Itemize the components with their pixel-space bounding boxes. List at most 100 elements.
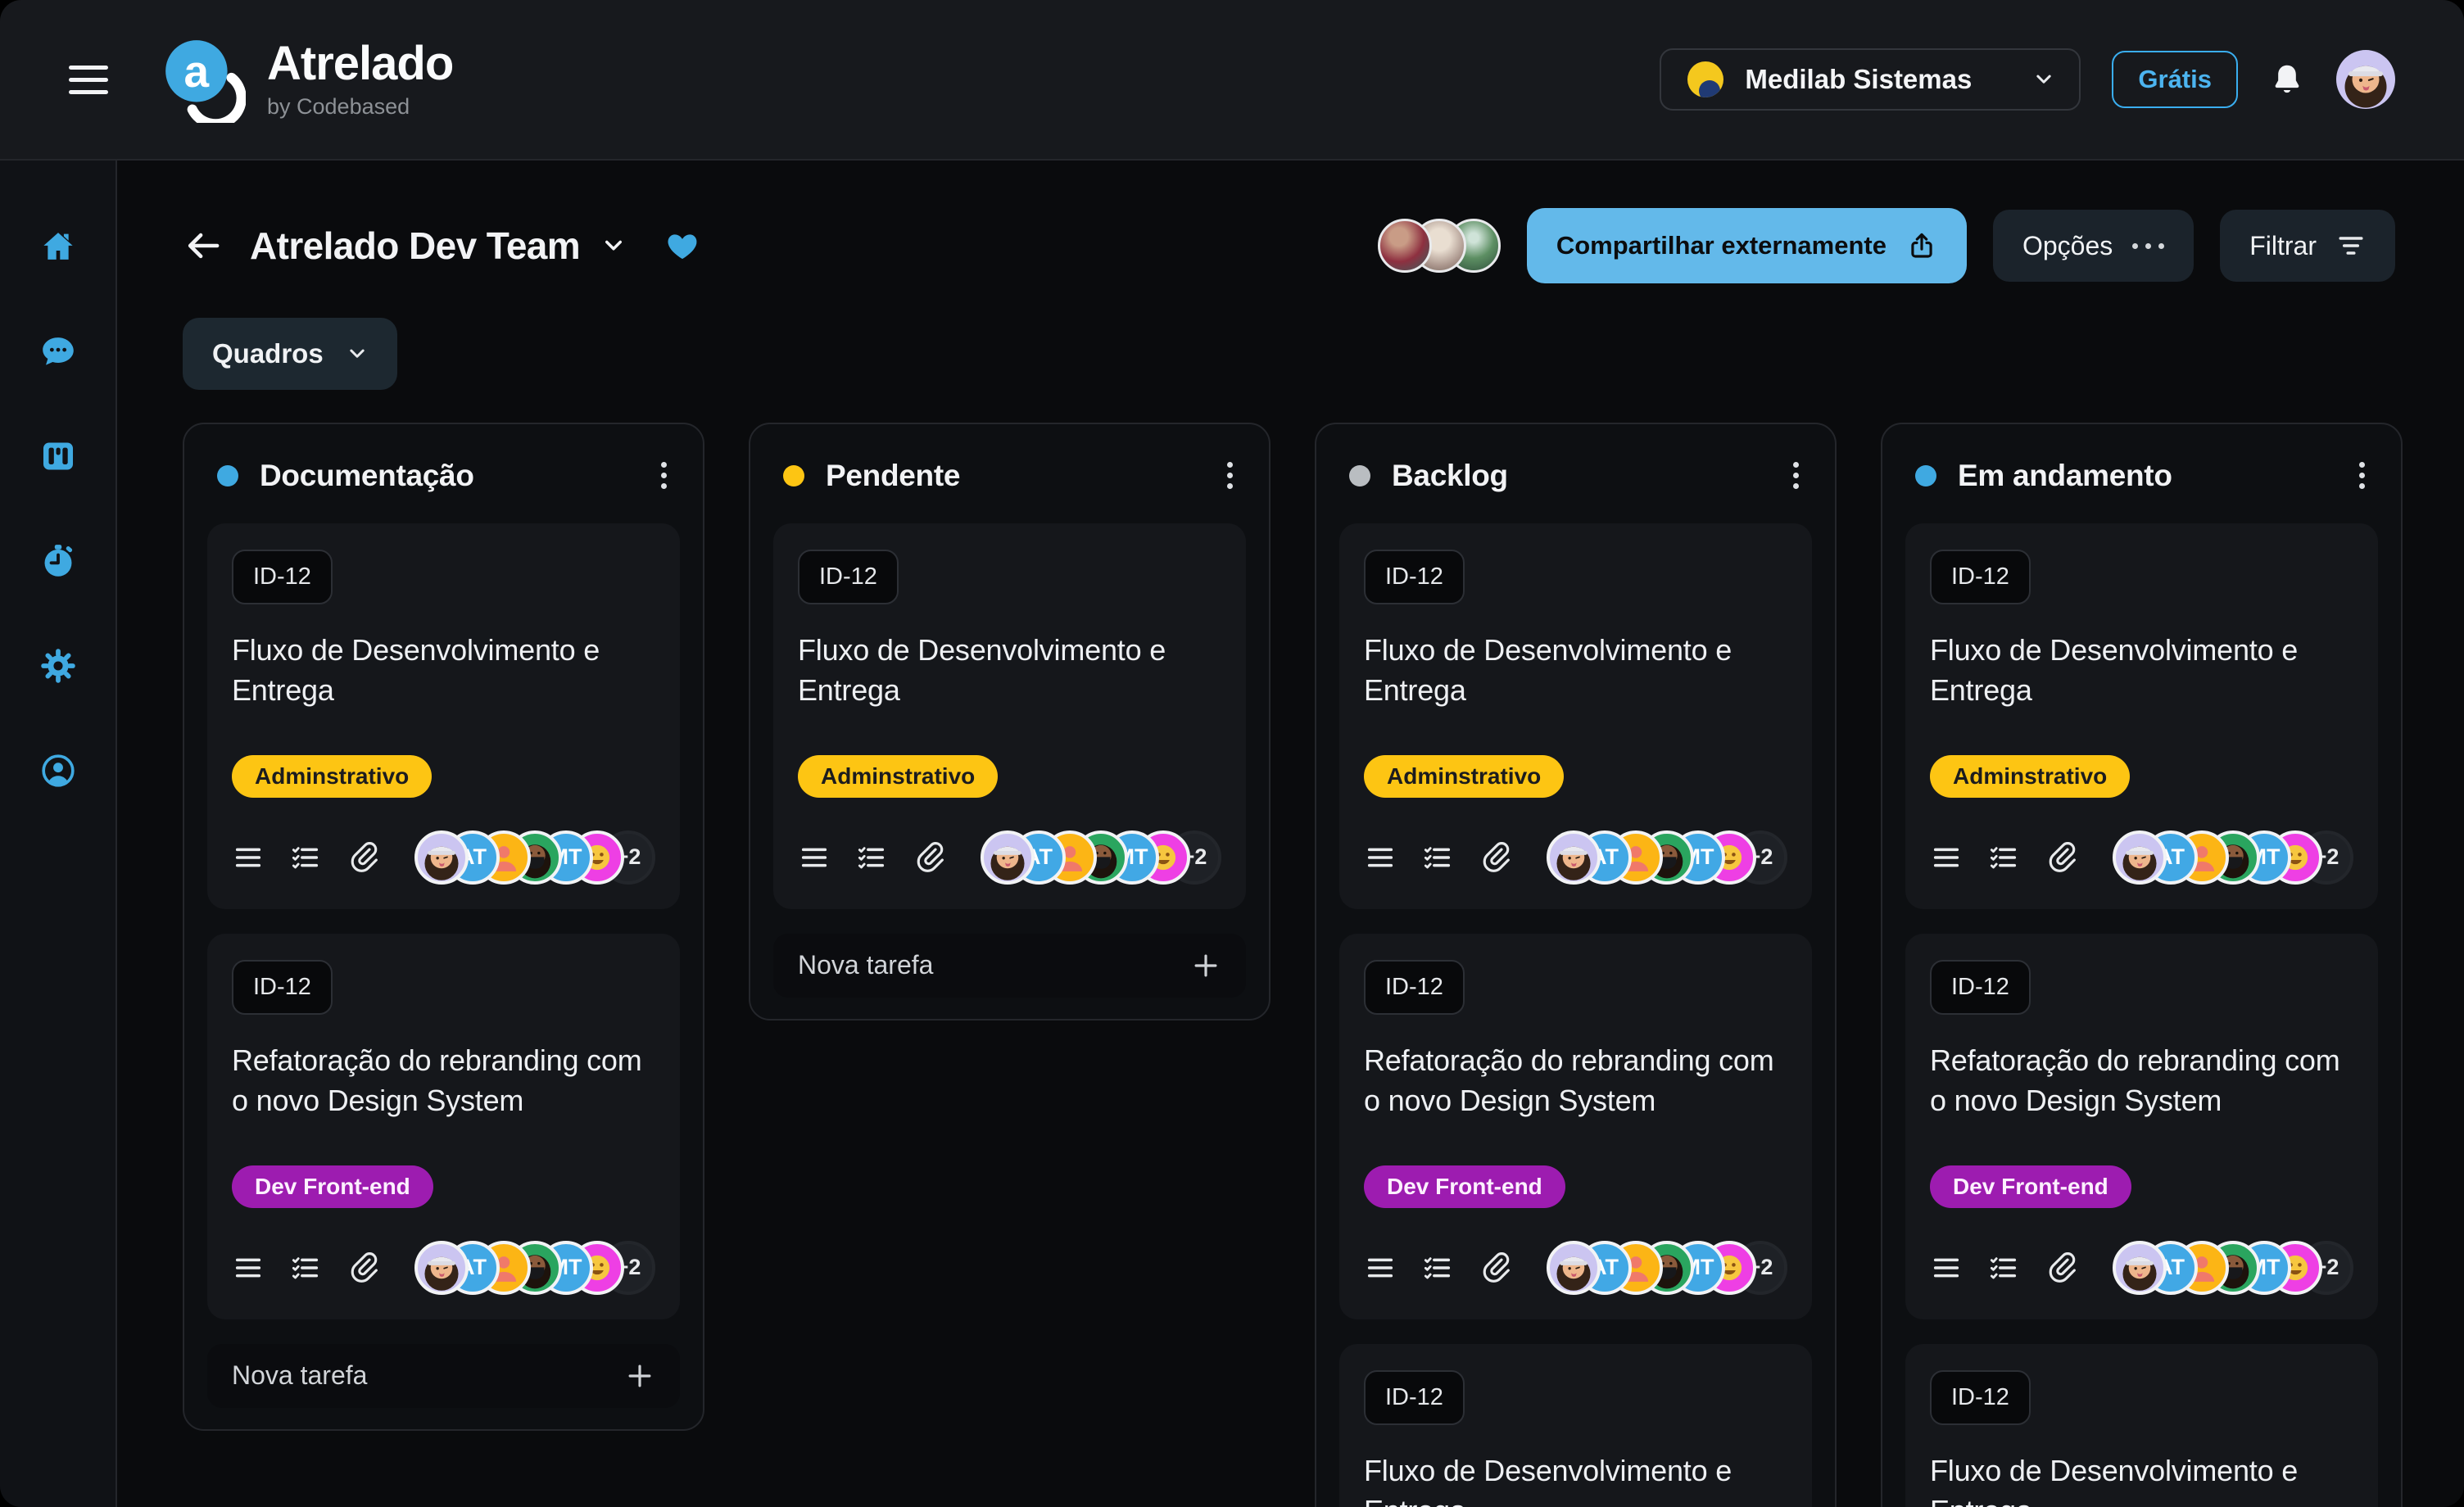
avatar-memoji-girl	[2113, 830, 2167, 885]
task-card[interactable]: ID-12 Refatoração do rebranding com o no…	[207, 934, 680, 1319]
plus-icon	[624, 1360, 655, 1392]
options-button[interactable]: Opções	[1993, 210, 2194, 282]
brand: Atrelado by Codebased	[159, 36, 453, 123]
home-icon	[39, 228, 77, 265]
card-indicators	[1364, 1251, 1511, 1284]
workspace-selector[interactable]: Medilab Sistemas	[1660, 48, 2081, 111]
plan-badge-button[interactable]: Grátis	[2112, 51, 2238, 108]
main-content: Atrelado Dev Team Compartilhar extername…	[117, 161, 2464, 1507]
memoji-girl-icon	[2336, 50, 2395, 109]
card-indicators	[1364, 841, 1511, 874]
chevron-down-icon[interactable]	[601, 233, 626, 258]
favorite-heart-icon[interactable]	[664, 228, 701, 264]
column-header: Backlog	[1339, 447, 1812, 497]
task-tag: Adminstrativo	[1364, 755, 1564, 798]
attachment-paperclip-icon	[346, 841, 379, 874]
user-avatar[interactable]	[2336, 50, 2395, 109]
card-meta: AT MT +2	[232, 1241, 655, 1295]
share-button-label: Compartilhar externamente	[1556, 231, 1886, 260]
notifications-bell-icon[interactable]	[2269, 61, 2305, 97]
board-header-left: Atrelado Dev Team	[183, 224, 701, 268]
sidebar-item-timer[interactable]	[39, 542, 77, 580]
attachment-paperclip-icon	[1479, 841, 1511, 874]
description-icon	[232, 1251, 265, 1284]
task-id-badge: ID-12	[1364, 1370, 1465, 1425]
attachment-paperclip-icon	[346, 1251, 379, 1284]
task-title: Fluxo de Desenvolvimento e Entrega	[1930, 631, 2353, 711]
new-task-row[interactable]: Nova tarefa	[207, 1344, 680, 1408]
task-card-partial[interactable]: ID-12 Fluxo de Desenvolvimento e Entrega	[1339, 1344, 1812, 1507]
atrelado-logo-icon	[159, 36, 246, 123]
column-title: Backlog	[1392, 459, 1508, 493]
column-status-dot	[1915, 465, 1936, 486]
task-card[interactable]: ID-12 Refatoração do rebranding com o no…	[1339, 934, 1812, 1319]
card-meta: AT MT +2	[798, 830, 1221, 885]
topbar-actions: Medilab Sistemas Grátis	[1660, 48, 2395, 111]
stopwatch-icon	[39, 542, 77, 580]
card-indicators	[232, 841, 379, 874]
checklist-icon	[1421, 841, 1454, 874]
task-id-badge: ID-12	[1364, 960, 1465, 1015]
task-card-partial[interactable]: ID-12 Fluxo de Desenvolvimento e Entrega	[1905, 1344, 2378, 1507]
task-card[interactable]: ID-12 Fluxo de Desenvolvimento e Entrega…	[1339, 523, 1812, 909]
task-tag: Adminstrativo	[232, 755, 432, 798]
task-title: Fluxo de Desenvolvimento e Entrega	[1930, 1451, 2353, 1507]
column-title: Em andamento	[1958, 459, 2172, 493]
task-tag: Dev Front-end	[1364, 1165, 1565, 1208]
menu-icon[interactable]	[69, 66, 108, 94]
sidebar-item-settings[interactable]	[39, 647, 77, 685]
description-icon	[798, 841, 831, 874]
share-externally-button[interactable]: Compartilhar externamente	[1527, 208, 1967, 283]
column-menu-kebab-icon[interactable]	[1785, 454, 1807, 497]
column-pendente: Pendente ID-12 Fluxo de Desenvolvimento …	[749, 423, 1270, 1021]
assignee-avatars: AT MT +2	[414, 830, 655, 885]
chevron-down-icon	[2033, 69, 2054, 90]
view-selector-quadros[interactable]: Quadros	[183, 318, 397, 390]
column-menu-kebab-icon[interactable]	[2351, 454, 2373, 497]
card-list: ID-12 Fluxo de Desenvolvimento e Entrega…	[1339, 523, 1812, 1507]
ellipsis-icon	[2132, 243, 2164, 249]
task-card[interactable]: ID-12 Refatoração do rebranding com o no…	[1905, 934, 2378, 1319]
filter-button[interactable]: Filtrar	[2220, 210, 2395, 282]
task-id-badge: ID-12	[1930, 550, 2031, 604]
new-task-row[interactable]: Nova tarefa	[773, 934, 1246, 998]
card-indicators	[798, 841, 945, 874]
board-members[interactable]	[1378, 219, 1501, 273]
share-icon	[1906, 230, 1937, 261]
task-title: Fluxo de Desenvolvimento e Entrega	[1364, 1451, 1787, 1507]
assignee-avatars: AT MT +2	[2113, 1241, 2353, 1295]
page-title: Atrelado Dev Team	[250, 224, 580, 268]
profile-icon	[39, 752, 77, 790]
sidebar-item-profile[interactable]	[39, 752, 77, 790]
member-photo-avatar	[1378, 219, 1432, 273]
sidebar-item-boards[interactable]	[39, 437, 77, 475]
description-icon	[1364, 1251, 1397, 1284]
assignee-avatars: AT MT +2	[2113, 830, 2353, 885]
workspace-logo-icon	[1686, 60, 1725, 99]
avatar-memoji-girl	[1547, 1241, 1601, 1295]
assignee-avatars: AT MT +2	[1547, 1241, 1787, 1295]
attachment-paperclip-icon	[2045, 1251, 2077, 1284]
column-header: Pendente	[773, 447, 1246, 497]
app-window: Atrelado by Codebased Medilab Sistemas G…	[0, 0, 2464, 1507]
task-card[interactable]: ID-12 Fluxo de Desenvolvimento e Entrega…	[1905, 523, 2378, 909]
avatar-memoji-girl	[2113, 1241, 2167, 1295]
board-header-actions: Compartilhar externamente Opções Filtrar	[1378, 208, 2395, 283]
new-task-label: Nova tarefa	[798, 950, 933, 980]
sidebar-item-chat[interactable]	[39, 333, 77, 370]
column-title: Documentação	[260, 459, 474, 493]
checklist-icon	[855, 841, 888, 874]
task-title: Fluxo de Desenvolvimento e Entrega	[232, 631, 655, 711]
column-header: Documentação	[207, 447, 680, 497]
checklist-icon	[1421, 1251, 1454, 1284]
task-card[interactable]: ID-12 Fluxo de Desenvolvimento e Entrega…	[773, 523, 1246, 909]
sidebar-item-home[interactable]	[39, 228, 77, 265]
card-meta: AT MT +2	[232, 830, 655, 885]
back-button[interactable]	[183, 225, 224, 266]
column-menu-kebab-icon[interactable]	[1219, 454, 1241, 497]
task-card[interactable]: ID-12 Fluxo de Desenvolvimento e Entrega…	[207, 523, 680, 909]
column-menu-kebab-icon[interactable]	[653, 454, 675, 497]
task-title: Refatoração do rebranding com o novo Des…	[1930, 1041, 2353, 1121]
workspace-name: Medilab Sistemas	[1745, 64, 1972, 95]
filter-lines-icon	[2336, 231, 2366, 260]
